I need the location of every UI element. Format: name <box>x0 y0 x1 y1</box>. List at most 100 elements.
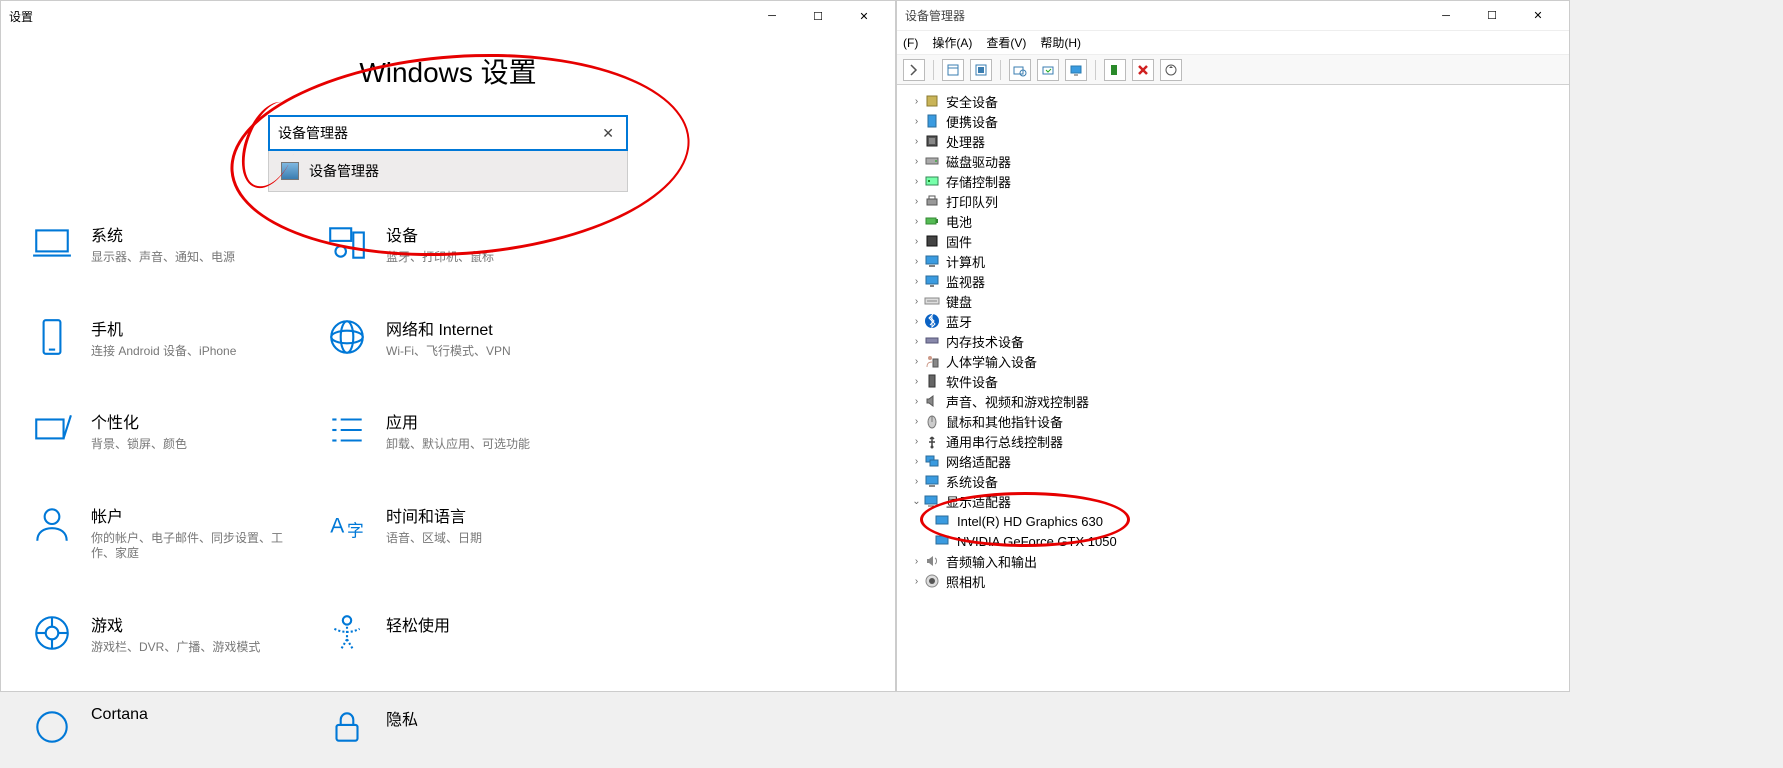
expand-icon[interactable]: › <box>911 116 922 127</box>
menu-help[interactable]: 帮助(H) <box>1040 34 1081 51</box>
category-desc: 连接 Android 设备、iPhone <box>91 344 236 360</box>
menu-action[interactable]: 操作(A) <box>932 34 972 51</box>
expand-icon[interactable]: › <box>911 196 922 207</box>
maximize-button[interactable]: ☐ <box>795 1 841 31</box>
tree-item[interactable]: › 监视器 <box>901 271 1565 291</box>
search-suggestions: 设备管理器 <box>268 151 628 192</box>
collapse-icon[interactable]: ⌄ <box>911 496 922 507</box>
close-button[interactable]: ✕ <box>1515 1 1561 31</box>
tree-item-intel-gpu[interactable]: Intel(R) HD Graphics 630 <box>901 511 1565 531</box>
expand-icon[interactable]: › <box>911 336 922 347</box>
tree-item[interactable]: ›人体学输入设备 <box>901 351 1565 371</box>
maximize-button[interactable]: ☐ <box>1469 1 1515 31</box>
expand-icon[interactable]: › <box>911 156 922 167</box>
category-network[interactable]: 网络和 InternetWi-Fi、飞行模式、VPN <box>316 316 611 360</box>
expand-icon[interactable]: › <box>911 456 922 467</box>
tree-item[interactable]: ›内存技术设备 <box>901 331 1565 351</box>
expand-icon[interactable]: › <box>911 356 922 367</box>
expand-icon[interactable]: › <box>911 136 922 147</box>
menu-file[interactable]: (F) <box>903 36 918 50</box>
toolbar-monitor-icon[interactable] <box>1065 59 1087 81</box>
personalization-icon <box>31 409 73 451</box>
toolbar-update-icon[interactable] <box>1037 59 1059 81</box>
tree-item[interactable]: ›存储控制器 <box>901 171 1565 191</box>
expand-icon[interactable]: › <box>911 376 922 387</box>
tree-item[interactable]: ›电池 <box>901 211 1565 231</box>
tree-item[interactable]: › 计算机 <box>901 251 1565 271</box>
search-input[interactable] <box>278 125 598 141</box>
tree-item[interactable]: ›处理器 <box>901 131 1565 151</box>
expand-icon[interactable]: › <box>911 556 922 567</box>
expand-icon[interactable]: › <box>911 96 922 107</box>
tree-item[interactable]: ›通用串行总线控制器 <box>901 431 1565 451</box>
tree-label: 监视器 <box>946 272 985 291</box>
keyboard-icon <box>924 293 940 309</box>
category-time-language[interactable]: A字 时间和语言语音、区域、日期 <box>316 503 611 562</box>
category-title: 隐私 <box>386 706 418 730</box>
minimize-button[interactable]: ─ <box>1423 1 1469 31</box>
toolbar-help-icon[interactable] <box>970 59 992 81</box>
tree-item[interactable]: › 蓝牙 <box>901 311 1565 331</box>
category-accounts[interactable]: 帐户你的帐户、电子邮件、同步设置、工作、家庭 <box>21 503 316 562</box>
tree-item[interactable]: ›软件设备 <box>901 371 1565 391</box>
category-apps[interactable]: 应用卸载、默认应用、可选功能 <box>316 409 611 453</box>
expand-icon[interactable]: › <box>911 276 922 287</box>
expand-icon[interactable]: › <box>911 416 922 427</box>
tree-label: 照相机 <box>946 572 985 591</box>
tree-item[interactable]: ›便携设备 <box>901 111 1565 131</box>
tree-item[interactable]: ›鼠标和其他指针设备 <box>901 411 1565 431</box>
tree-label: 声音、视频和游戏控制器 <box>946 392 1089 411</box>
category-devices[interactable]: 设备蓝牙、打印机、鼠标 <box>316 222 611 266</box>
category-title: 帐户 <box>91 503 306 527</box>
device-tree[interactable]: ›安全设备›便携设备›处理器›磁盘驱动器›存储控制器›打印队列›电池›固件›计算… <box>897 85 1569 691</box>
toolbar-scan-icon[interactable] <box>1009 59 1031 81</box>
toolbar-separator <box>1095 60 1096 80</box>
expand-icon[interactable]: › <box>911 176 922 187</box>
category-system[interactable]: 系统显示器、声音、通知、电源 <box>21 222 316 266</box>
tree-item[interactable]: ›固件 <box>901 231 1565 251</box>
tree-item[interactable]: ›系统设备 <box>901 471 1565 491</box>
suggestion-device-manager[interactable]: 设备管理器 <box>269 151 627 191</box>
tree-item[interactable]: ›打印队列 <box>901 191 1565 211</box>
category-phone[interactable]: 手机连接 Android 设备、iPhone <box>21 316 316 360</box>
tree-item-display-adapters[interactable]: ⌄ 显示适配器 <box>901 491 1565 511</box>
category-privacy[interactable]: 隐私 <box>316 706 611 748</box>
tree-item[interactable]: ›键盘 <box>901 291 1565 311</box>
tree-item[interactable]: › 声音、视频和游戏控制器 <box>901 391 1565 411</box>
expand-icon[interactable]: › <box>911 316 922 327</box>
tree-item[interactable]: ›磁盘驱动器 <box>901 151 1565 171</box>
category-title: 设备 <box>386 222 494 246</box>
category-gaming[interactable]: 游戏游戏栏、DVR、广播、游戏模式 <box>21 612 316 656</box>
close-button[interactable]: ✕ <box>841 1 887 31</box>
tree-item[interactable]: ›安全设备 <box>901 91 1565 111</box>
expand-icon[interactable]: › <box>911 576 922 587</box>
menu-view[interactable]: 查看(V) <box>986 34 1026 51</box>
tree-item[interactable]: ›音频输入和输出 <box>901 551 1565 571</box>
expand-icon[interactable]: › <box>911 296 922 307</box>
search-box[interactable]: ✕ <box>268 115 628 151</box>
security-icon <box>924 93 940 109</box>
tree-label: 计算机 <box>946 252 985 271</box>
category-desc: 你的帐户、电子邮件、同步设置、工作、家庭 <box>91 531 306 562</box>
expand-icon[interactable]: › <box>911 256 922 267</box>
expand-icon[interactable]: › <box>911 476 922 487</box>
category-title: 时间和语言 <box>386 503 482 527</box>
toolbar-uninstall-icon[interactable] <box>1132 59 1154 81</box>
tree-item[interactable]: ›网络适配器 <box>901 451 1565 471</box>
minimize-button[interactable]: ─ <box>749 1 795 31</box>
category-personalization[interactable]: 个性化背景、锁屏、颜色 <box>21 409 316 453</box>
expand-icon[interactable]: › <box>911 236 922 247</box>
tree-item-nvidia-gpu[interactable]: NVIDIA GeForce GTX 1050 <box>901 531 1565 551</box>
toolbar-refresh-icon[interactable] <box>1160 59 1182 81</box>
category-cortana[interactable]: Cortana <box>21 706 316 748</box>
toolbar-properties-icon[interactable] <box>942 59 964 81</box>
expand-icon[interactable]: › <box>911 216 922 227</box>
svg-text:字: 字 <box>347 521 364 540</box>
expand-icon[interactable]: › <box>911 436 922 447</box>
expand-icon[interactable]: › <box>911 396 922 407</box>
tree-label: 蓝牙 <box>946 312 972 331</box>
toolbar-forward-icon[interactable] <box>903 59 925 81</box>
tree-item[interactable]: › 照相机 <box>901 571 1565 591</box>
clear-icon[interactable]: ✕ <box>598 125 618 142</box>
toolbar-enable-icon[interactable] <box>1104 59 1126 81</box>
